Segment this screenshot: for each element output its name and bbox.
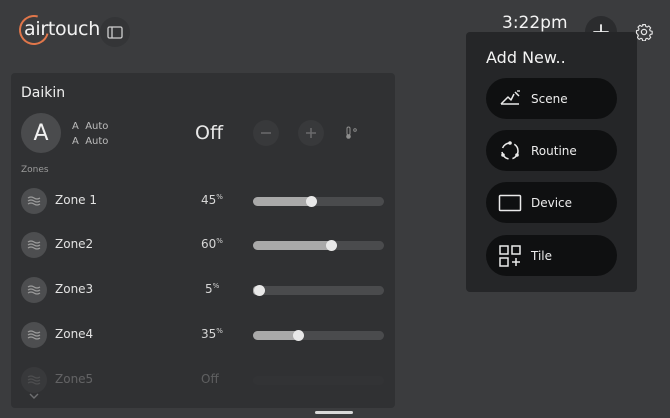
zone-name: Zone4 <box>55 327 94 341</box>
zone-slider[interactable] <box>253 285 384 296</box>
thermometer-icon <box>344 126 358 140</box>
add-routine-button[interactable]: Routine <box>486 130 617 171</box>
ac-unit-name: Daikin <box>21 85 66 101</box>
zone-name: Zone 1 <box>55 193 97 207</box>
sidebar-icon <box>107 25 123 39</box>
airflow-icon[interactable] <box>21 322 47 348</box>
home-indicator[interactable] <box>315 411 353 414</box>
percent-symbol: % <box>216 327 223 335</box>
mode-status: A Auto A Auto <box>72 119 108 149</box>
percent-symbol: % <box>216 237 223 245</box>
zone-slider-thumb[interactable] <box>305 196 317 207</box>
minus-icon <box>261 132 271 134</box>
mode-button[interactable]: A <box>21 113 61 153</box>
gear-icon <box>635 23 653 41</box>
routine-icon <box>497 138 523 164</box>
tile-icon <box>497 243 523 269</box>
zones-heading: Zones <box>21 165 49 175</box>
logo-text: airtouch <box>24 18 100 40</box>
zone-slider-fill <box>253 197 312 206</box>
zone-row: Zone5 Off <box>11 365 395 395</box>
airtouch-logo: airtouch <box>13 9 100 51</box>
mode-line: A Auto <box>72 121 109 132</box>
zone-percent-value: Off <box>201 372 219 386</box>
percent-symbol: % <box>216 193 223 201</box>
zone-percent-value: 60 <box>201 237 217 251</box>
decrease-temp-button[interactable] <box>253 120 279 146</box>
zone-row: Zone3 5% <box>11 275 395 305</box>
zone-percent: Off <box>201 372 219 386</box>
menu-item-label: Routine <box>531 143 577 158</box>
zone-slider[interactable] <box>253 240 384 251</box>
add-scene-button[interactable]: Scene <box>486 78 617 119</box>
add-new-menu: Add New.. Scene Routine Device Tile <box>466 32 637 292</box>
add-device-button[interactable]: Device <box>486 182 617 223</box>
airflow-icon[interactable] <box>21 277 47 303</box>
zone-row: Zone2 60% <box>11 230 395 260</box>
zone-name: Zone2 <box>55 237 94 251</box>
zone-name: Zone3 <box>55 282 94 296</box>
clock: 3:22pm <box>502 13 568 33</box>
zone-slider[interactable] <box>253 376 384 385</box>
zone-slider-fill <box>253 241 332 250</box>
fan-line: A Auto <box>72 136 109 147</box>
zone-row: Zone 1 45% <box>11 186 395 216</box>
airflow-icon[interactable] <box>21 367 47 393</box>
ac-control-panel: Daikin A A Auto A Auto Off Zones Zone 1 4… <box>11 73 395 408</box>
device-icon <box>497 190 523 216</box>
airflow-icon[interactable] <box>21 232 47 258</box>
menu-item-label: Tile <box>531 248 553 263</box>
menu-item-label: Scene <box>531 91 568 106</box>
zone-percent: 45% <box>201 193 223 207</box>
plus-icon <box>306 128 316 138</box>
increase-temp-button[interactable] <box>298 120 324 146</box>
chevron-down-icon[interactable] <box>28 391 40 401</box>
zone-percent-value: 45 <box>201 193 217 207</box>
zone-percent: 5% <box>205 282 219 296</box>
add-tile-button[interactable]: Tile <box>486 235 617 276</box>
zone-percent: 60% <box>201 237 223 251</box>
zone-percent-value: 35 <box>201 327 217 341</box>
zone-slider[interactable] <box>253 196 384 207</box>
zone-slider-fill <box>253 331 299 340</box>
zone-percent-value: 5 <box>205 282 213 296</box>
zone-slider-thumb[interactable] <box>325 240 337 251</box>
airflow-icon[interactable] <box>21 188 47 214</box>
menu-item-label: Device <box>531 195 573 210</box>
add-new-menu-title: Add New.. <box>486 48 566 67</box>
zone-name: Zone5 <box>55 372 94 386</box>
scene-icon <box>497 86 523 112</box>
sidebar-toggle-button[interactable] <box>100 17 130 47</box>
zone-percent: 35% <box>201 327 223 341</box>
zone-slider-thumb[interactable] <box>292 330 304 341</box>
zone-slider-thumb[interactable] <box>253 285 265 296</box>
percent-symbol: % <box>212 282 220 290</box>
zone-slider[interactable] <box>253 330 384 341</box>
zone-row: Zone4 35% <box>11 320 395 350</box>
power-status[interactable]: Off <box>195 122 223 144</box>
